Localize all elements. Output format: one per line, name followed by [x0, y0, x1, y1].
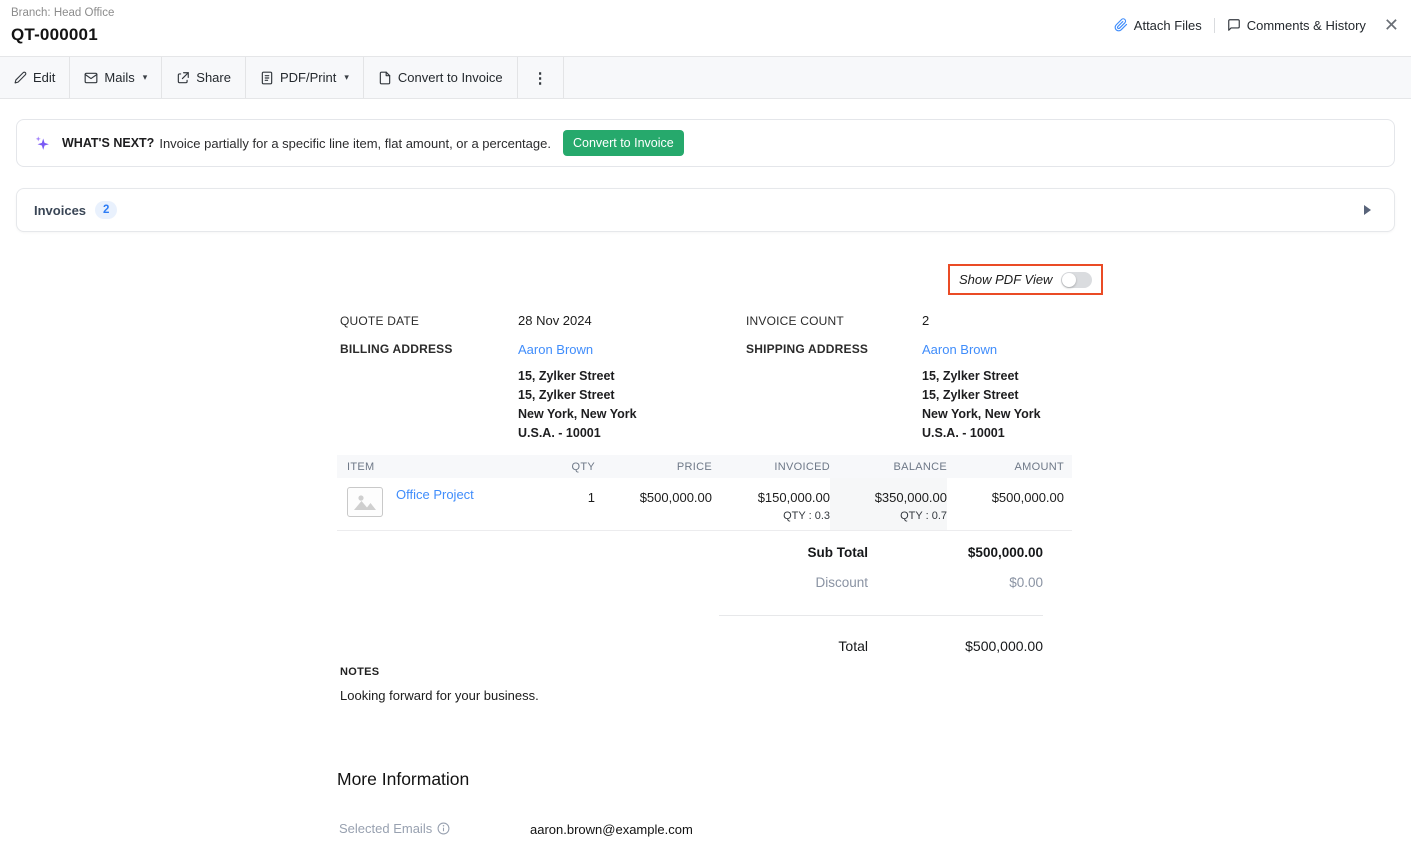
shipping-address-label: SHIPPING ADDRESS [746, 342, 868, 356]
col-header-price: PRICE [595, 461, 712, 473]
table-header-row: ITEM QTY PRICE INVOICED BALANCE AMOUNT [337, 455, 1072, 478]
billing-address-line: 15, Zylker Street [518, 386, 637, 405]
pdf-file-icon [260, 71, 274, 85]
document-icon [378, 71, 392, 85]
total-label: Total [719, 638, 868, 654]
totals-divider [719, 615, 1043, 616]
branch-label: Branch: Head Office [11, 7, 114, 19]
chevron-down-icon: ▾ [143, 72, 148, 83]
invoices-count-badge: 2 [95, 201, 117, 219]
page-title: QT-000001 [11, 25, 98, 45]
item-price: $500,000.00 [595, 478, 712, 530]
shipping-address-line: 15, Zylker Street [922, 367, 1041, 386]
sub-total-row: Sub Total $500,000.00 [719, 545, 1043, 560]
discount-label: Discount [719, 575, 868, 590]
sub-total-value: $500,000.00 [868, 545, 1043, 560]
toggle-knob [1062, 273, 1076, 287]
paperclip-icon [1114, 18, 1128, 32]
show-pdf-view-toggle[interactable] [1061, 272, 1092, 288]
share-label: Share [196, 70, 231, 85]
discount-value: $0.00 [868, 575, 1043, 590]
selected-emails-label: Selected Emails [339, 821, 450, 836]
invoice-count-label: INVOICE COUNT [746, 314, 844, 328]
chevron-down-icon: ▾ [344, 72, 349, 83]
whats-next-banner: WHAT'S NEXT? Invoice partially for a spe… [16, 119, 1395, 167]
notes-text: Looking forward for your business. [340, 688, 539, 703]
pdf-print-label: PDF/Print [280, 70, 336, 85]
share-button[interactable]: Share [162, 57, 246, 98]
whats-next-label: WHAT'S NEXT? [62, 136, 154, 150]
show-pdf-view-label: Show PDF View [959, 272, 1052, 287]
invoices-label: Invoices [34, 203, 86, 218]
discount-row: Discount $0.00 [719, 575, 1043, 590]
item-invoiced-amount: $150,000.00 [712, 490, 830, 505]
convert-to-invoice-label: Convert to Invoice [398, 70, 503, 85]
close-icon[interactable]: ✕ [1380, 16, 1403, 34]
item-balance: $350,000.00 QTY : 0.7 [830, 478, 947, 530]
line-items-table: ITEM QTY PRICE INVOICED BALANCE AMOUNT O… [337, 455, 1072, 531]
shipping-address-block: 15, Zylker Street 15, Zylker Street New … [922, 367, 1041, 443]
comment-icon [1227, 18, 1241, 32]
shipping-contact-link[interactable]: Aaron Brown [922, 342, 997, 357]
shipping-address-line: New York, New York [922, 405, 1041, 424]
item-amount: $500,000.00 [947, 478, 1072, 530]
quote-date-value: 28 Nov 2024 [518, 313, 592, 328]
mails-button[interactable]: Mails ▾ [70, 57, 162, 98]
selected-emails-value: aaron.brown@example.com [530, 822, 693, 837]
header-divider [1214, 18, 1215, 33]
col-header-amount: AMOUNT [947, 461, 1072, 473]
col-header-qty: QTY [530, 461, 595, 473]
item-balance-qty: QTY : 0.7 [830, 510, 947, 522]
attach-files-button[interactable]: Attach Files [1114, 18, 1202, 33]
edit-button[interactable]: Edit [0, 57, 70, 98]
convert-to-invoice-button[interactable]: Convert to Invoice [364, 57, 518, 98]
show-pdf-view-highlight: Show PDF View [948, 264, 1103, 295]
pdf-print-button[interactable]: PDF/Print ▾ [246, 57, 364, 98]
sub-total-label: Sub Total [719, 545, 868, 560]
share-icon [176, 71, 190, 85]
item-invoiced: $150,000.00 QTY : 0.3 [712, 478, 830, 530]
caret-right-icon [1364, 205, 1371, 215]
info-icon[interactable] [437, 822, 450, 835]
whats-next-message: Invoice partially for a specific line it… [159, 136, 551, 151]
attach-files-label: Attach Files [1134, 18, 1202, 33]
edit-label: Edit [33, 70, 55, 85]
item-balance-amount: $350,000.00 [830, 490, 947, 505]
billing-address-line: 15, Zylker Street [518, 367, 637, 386]
shipping-address-line: U.S.A. - 10001 [922, 424, 1041, 443]
billing-address-block: 15, Zylker Street 15, Zylker Street New … [518, 367, 637, 443]
table-row: Office Project 1 $500,000.00 $150,000.00… [337, 478, 1072, 531]
quote-date-label: QUOTE DATE [340, 314, 419, 328]
billing-address-line: U.S.A. - 10001 [518, 424, 637, 443]
item-image-placeholder [347, 487, 383, 517]
invoices-accordion[interactable]: Invoices 2 [16, 188, 1395, 232]
col-header-invoiced: INVOICED [712, 461, 830, 473]
col-header-item: ITEM [337, 461, 530, 473]
billing-address-line: New York, New York [518, 405, 637, 424]
sparkle-icon [34, 135, 51, 152]
item-name-link[interactable]: Office Project [396, 487, 474, 502]
col-header-balance: BALANCE [830, 461, 947, 473]
envelope-icon [84, 71, 98, 85]
notes-label: NOTES [340, 666, 379, 678]
header-actions: Attach Files Comments & History ✕ [1114, 16, 1403, 34]
more-information-title: More Information [337, 769, 469, 790]
pencil-icon [14, 71, 27, 84]
more-actions-button[interactable]: ⋮ [518, 57, 564, 98]
comments-history-button[interactable]: Comments & History [1227, 18, 1366, 33]
billing-contact-link[interactable]: Aaron Brown [518, 342, 593, 357]
comments-history-label: Comments & History [1247, 18, 1366, 33]
item-invoiced-qty: QTY : 0.3 [712, 510, 830, 522]
toolbar: Edit Mails ▾ Share PDF/Print ▾ Convert t… [0, 56, 1411, 99]
convert-to-invoice-cta-button[interactable]: Convert to Invoice [563, 130, 684, 156]
total-value: $500,000.00 [868, 638, 1043, 654]
invoice-count-value: 2 [922, 313, 929, 328]
shipping-address-line: 15, Zylker Street [922, 386, 1041, 405]
item-qty: 1 [530, 478, 595, 530]
billing-address-label: BILLING ADDRESS [340, 342, 453, 356]
mails-label: Mails [104, 70, 134, 85]
total-row: Total $500,000.00 [719, 638, 1043, 654]
